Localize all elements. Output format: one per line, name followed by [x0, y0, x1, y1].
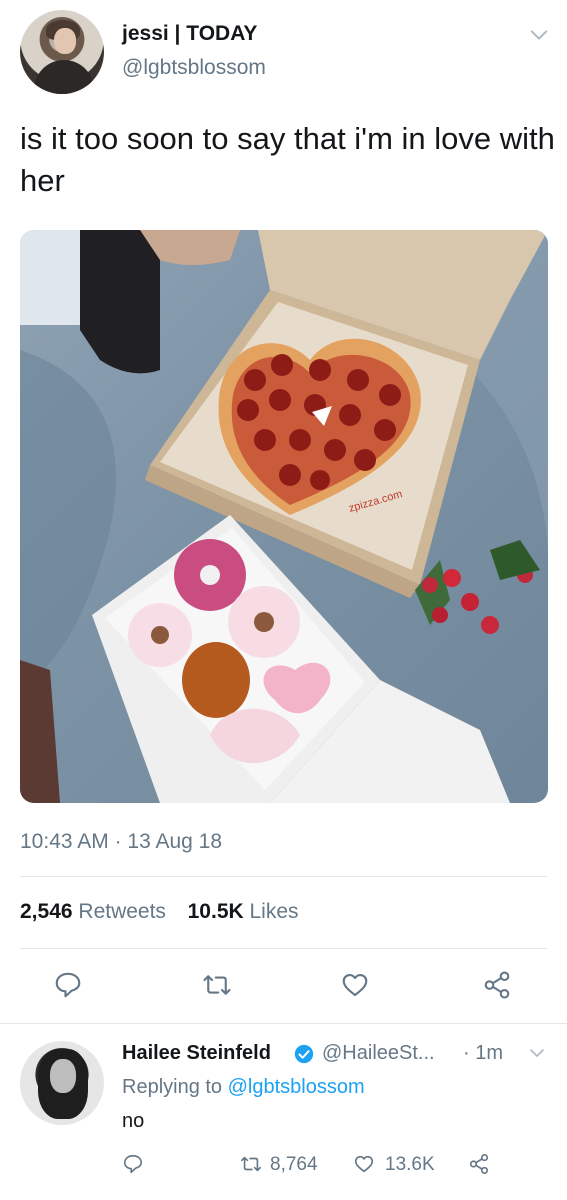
- share-icon[interactable]: [468, 1153, 490, 1175]
- author-display-name[interactable]: jessi | TODAY: [122, 22, 257, 46]
- avatar-face: [50, 1059, 76, 1093]
- reply-icon[interactable]: [53, 970, 83, 1000]
- tweet-date: 13 Aug 18: [127, 830, 222, 853]
- chevron-down-icon[interactable]: [528, 24, 550, 46]
- avatar-face: [54, 28, 76, 54]
- reply-text: no: [122, 1110, 145, 1132]
- photo-illustration: zpizza.com: [20, 230, 548, 803]
- retweets-label: Retweets: [72, 900, 166, 923]
- reply-author-handle[interactable]: @HaileeSt...: [322, 1042, 435, 1065]
- share-icon[interactable]: [482, 970, 512, 1000]
- reply-icon[interactable]: [122, 1153, 144, 1175]
- retweet-icon[interactable]: [240, 1153, 262, 1175]
- heart-icon[interactable]: [340, 970, 370, 1000]
- reply-author-avatar[interactable]: [20, 1041, 104, 1125]
- retweets-count: 2,546: [20, 900, 73, 923]
- chevron-down-icon[interactable]: [528, 1044, 546, 1062]
- author-avatar[interactable]: [20, 10, 104, 94]
- replying-to: Replying to @lgbtsblossom: [122, 1076, 365, 1099]
- reply-author-name[interactable]: Hailee Steinfeld: [122, 1042, 271, 1065]
- reply-separator: [0, 1023, 567, 1024]
- replying-prefix: Replying to: [122, 1076, 228, 1098]
- reply-like-count: 13.6K: [385, 1154, 435, 1175]
- tweet-photo[interactable]: zpizza.com: [20, 230, 548, 803]
- likes-label: Likes: [243, 900, 299, 923]
- reply-retweet-count: 8,764: [270, 1154, 318, 1175]
- divider: [20, 948, 547, 949]
- retweet-icon[interactable]: [202, 970, 232, 1000]
- tweet-timestamp: 10:43 AM · 13 Aug 18: [20, 830, 222, 854]
- divider: [20, 876, 547, 877]
- heart-icon[interactable]: [353, 1153, 375, 1175]
- author-handle[interactable]: @lgbtsblossom: [122, 56, 266, 80]
- avatar-body: [34, 60, 94, 94]
- date-separator: ·: [108, 830, 128, 853]
- likes-count: 10.5K: [187, 900, 244, 923]
- reply-time[interactable]: · 1m: [463, 1042, 503, 1065]
- verified-badge-icon: [294, 1044, 314, 1064]
- tweet-time: 10:43 AM: [20, 830, 109, 853]
- engagement-stats[interactable]: 2,546 Retweets 10.5K Likes: [20, 900, 299, 924]
- replying-to-handle-link[interactable]: @lgbtsblossom: [228, 1076, 365, 1098]
- tweet-text: is it too soon to say that i'm in love w…: [20, 121, 555, 198]
